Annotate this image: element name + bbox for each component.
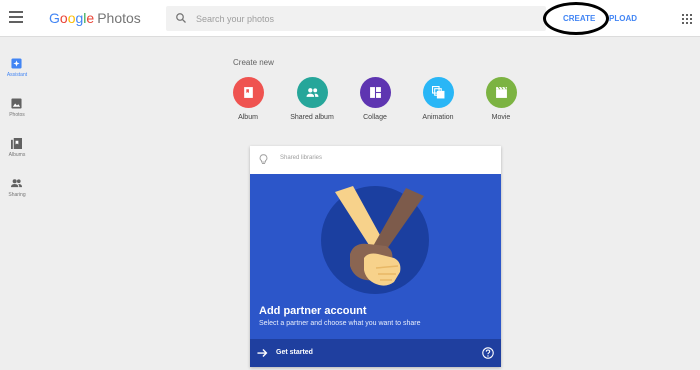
animation-circle [423,77,454,108]
help-icon[interactable] [482,347,494,359]
card-title: Add partner account [259,305,367,317]
get-started-button[interactable]: Get started [250,339,501,367]
partner-account-card: Shared libraries Add partner account Sel… [250,146,501,367]
create-album-button[interactable]: Album [218,77,278,129]
sidebar-item-sharing[interactable]: Sharing [0,178,34,208]
card-header-label: Shared libraries [280,155,323,161]
lightbulb-icon [259,154,268,164]
upload-button[interactable]: PLOAD [609,14,637,23]
search-bar[interactable] [166,6,546,31]
create-shared-album-button[interactable]: Shared album [282,77,342,129]
apps-grid-icon[interactable] [682,14,692,24]
create-item-label: Shared album [290,114,334,121]
assistant-icon [11,58,22,69]
animation-icon [432,86,445,99]
create-new-heading: Create new [233,58,274,67]
card-subtitle: Select a partner and choose what you wan… [259,320,421,327]
album-icon [244,87,253,98]
create-item-label: Collage [363,114,387,121]
card-header: Shared libraries [250,146,501,174]
main-menu-icon[interactable] [9,11,23,23]
sharing-icon [11,179,22,188]
sidebar-item-label: Sharing [8,192,26,198]
create-animation-button[interactable]: Animation [408,77,468,129]
album-circle [233,77,264,108]
create-item-label: Movie [491,114,511,121]
get-started-label: Get started [276,349,313,356]
movie-icon [496,86,507,98]
create-item-label: Album [238,114,258,121]
annotation-circle [543,2,609,35]
search-icon[interactable] [175,12,187,24]
albums-icon [11,138,22,149]
sidebar-item-label: Assistant [6,72,28,78]
create-movie-button[interactable]: Movie [471,77,531,129]
google-photos-logo[interactable]: Google Photos [49,10,141,26]
sidebar-item-albums[interactable]: Albums [0,138,34,168]
arrow-right-icon [257,349,268,357]
create-collage-button[interactable]: Collage [345,77,405,129]
create-item-label: Animation [422,114,454,121]
sidebar-item-photos[interactable]: Photos [0,98,34,128]
holding-hands-illustration [321,186,429,294]
sidebar-item-assistant[interactable]: Assistant [0,58,34,88]
search-input[interactable] [196,9,526,28]
shared-album-circle [297,77,328,108]
sidebar-item-label: Albums [8,152,26,158]
movie-circle [486,77,517,108]
sidebar-item-label: Photos [9,112,25,118]
top-bar: GooglePhotos CREATE PLOAD [0,0,700,37]
collage-icon [370,87,381,98]
collage-circle [360,77,391,108]
shared-album-icon [306,88,319,97]
photos-icon [11,98,22,109]
card-banner: Add partner account Select a partner and… [250,174,501,339]
